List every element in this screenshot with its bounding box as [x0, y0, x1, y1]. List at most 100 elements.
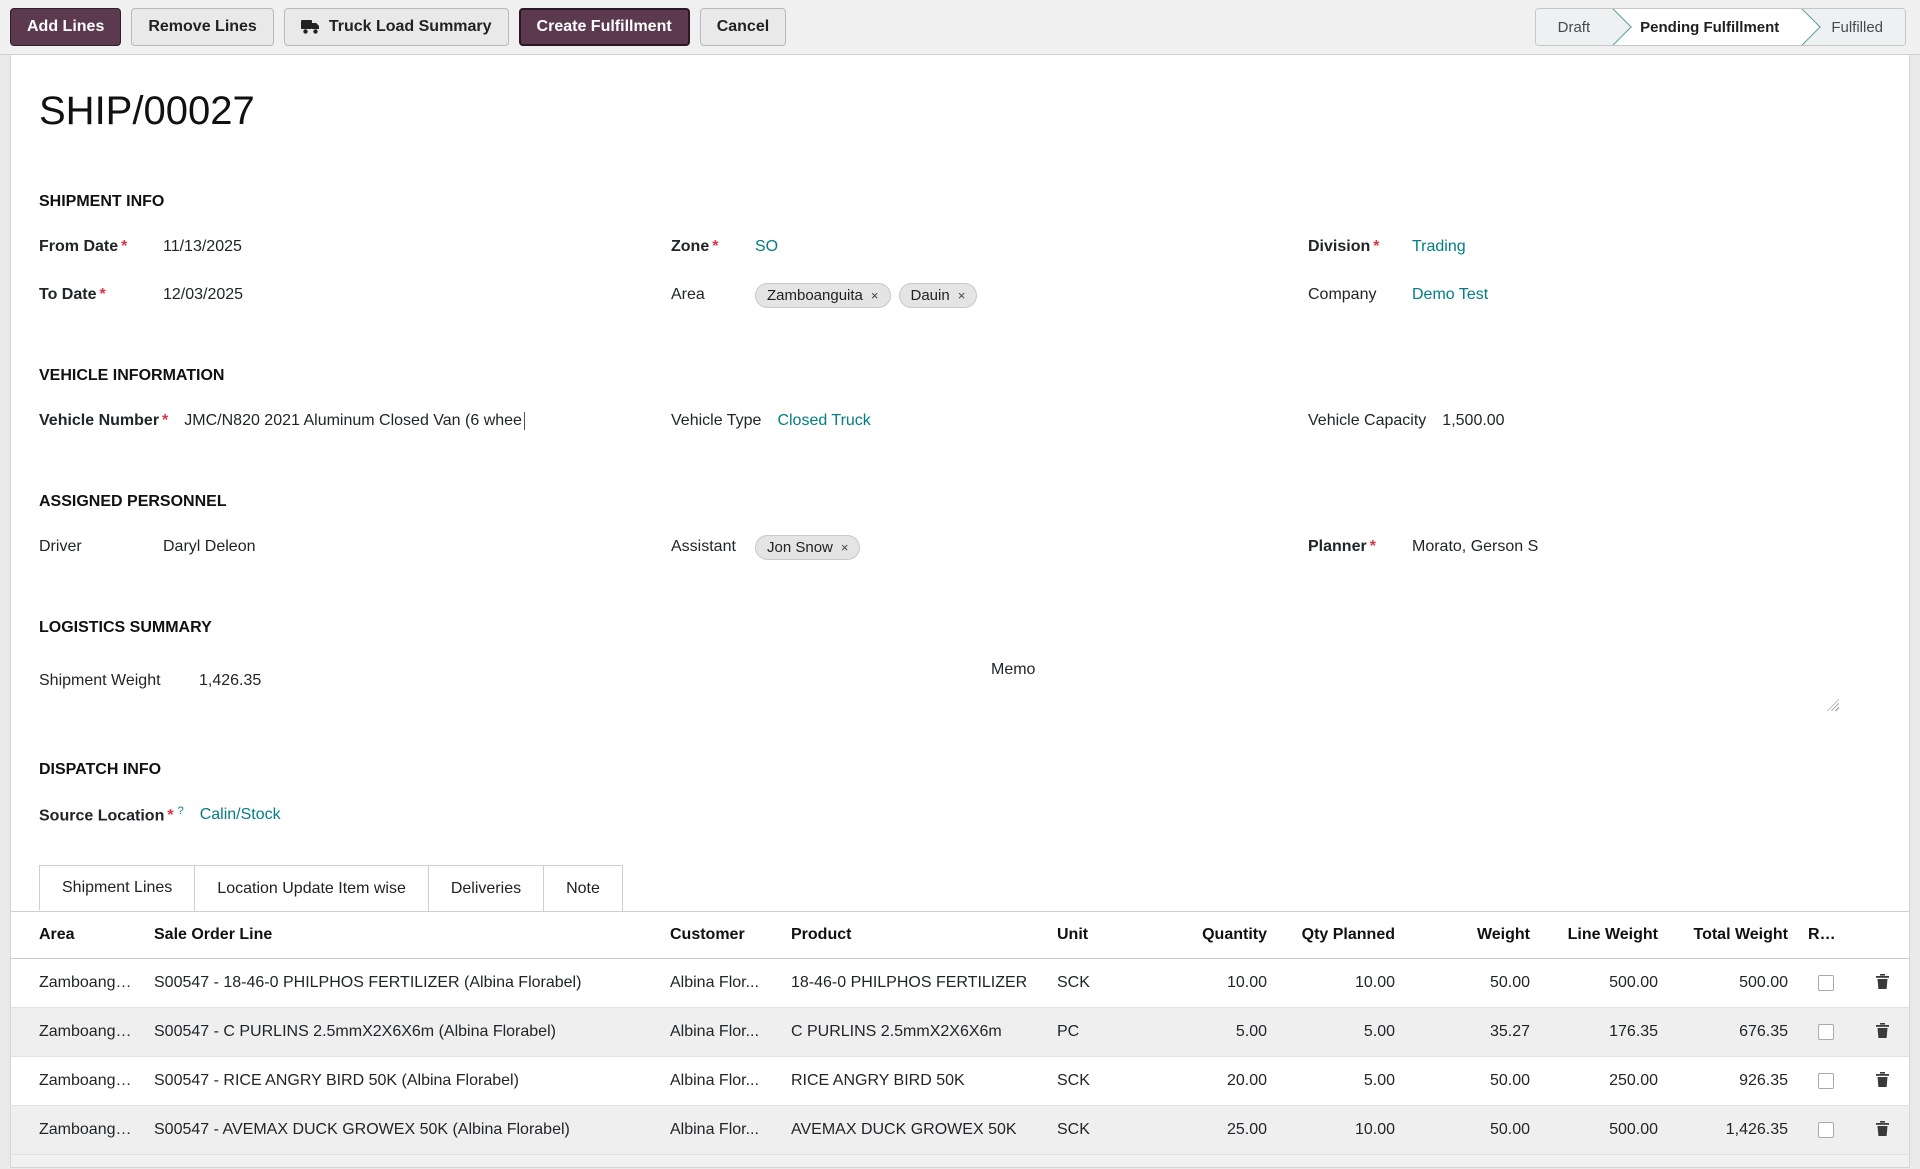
from-date-value[interactable]: 11/13/2025	[163, 238, 242, 256]
cell-qty-planned[interactable]: 5.00	[1277, 1057, 1405, 1106]
cell-customer[interactable]: Albina Flor...	[660, 1057, 781, 1106]
company-value[interactable]: Demo Test	[1412, 286, 1488, 304]
cell-area[interactable]: Zamboanguita	[11, 1057, 144, 1106]
section-title-dispatch-info: DISPATCH INFO	[39, 761, 1881, 781]
cell-total-weight[interactable]: 676.35	[1668, 1008, 1798, 1057]
zone-value[interactable]: SO	[755, 238, 778, 256]
cell-area[interactable]: Zamboanguita	[11, 959, 144, 1008]
cell-sale-order-line[interactable]: S00547 - AVEMAX DUCK GROWEX 50K (Albina …	[144, 1106, 660, 1155]
delete-row-button[interactable]	[1874, 1070, 1891, 1092]
cell-quantity[interactable]: 10.00	[1155, 959, 1277, 1008]
cell-line-weight[interactable]: 250.00	[1540, 1057, 1668, 1106]
add-lines-button[interactable]: Add Lines	[10, 8, 121, 46]
planner-value[interactable]: Morato, Gerson S	[1412, 538, 1538, 556]
cell-unit[interactable]: SCK	[1047, 1106, 1155, 1155]
source-location-value[interactable]: Calin/Stock	[200, 806, 281, 824]
tab-deliveries[interactable]: Deliveries	[428, 865, 544, 911]
section-vehicle-information: VEHICLE INFORMATION Vehicle Number* JMC/…	[39, 367, 1881, 445]
cell-weight[interactable]: 35.27	[1405, 1008, 1540, 1057]
cancel-button[interactable]: Cancel	[700, 8, 786, 46]
truck-load-summary-label: Truck Load Summary	[329, 18, 492, 36]
rev-checkbox[interactable]	[1818, 1024, 1834, 1040]
rev-checkbox[interactable]	[1818, 975, 1834, 991]
rev-checkbox[interactable]	[1818, 1073, 1834, 1089]
cell-sale-order-line[interactable]: S00547 - C PURLINS 2.5mmX2X6X6m (Albina …	[144, 1008, 660, 1057]
tab-shipment-lines[interactable]: Shipment Lines	[39, 865, 195, 911]
cell-area[interactable]: Zamboanguita	[11, 1106, 144, 1155]
cell-customer[interactable]: Albina Flor...	[660, 1008, 781, 1057]
rev-checkbox[interactable]	[1818, 1122, 1834, 1138]
cell-weight[interactable]: 50.00	[1405, 959, 1540, 1008]
cell-product[interactable]: 18-46-0 PHILPHOS FERTILIZER	[781, 959, 1047, 1008]
cell-line-weight[interactable]: 500.00	[1540, 1106, 1668, 1155]
tag-remove-icon[interactable]: ×	[871, 288, 879, 303]
cell-qty-planned[interactable]: 10.00	[1277, 1106, 1405, 1155]
tag-remove-icon[interactable]: ×	[841, 540, 849, 555]
memo-textarea[interactable]	[1051, 649, 1839, 713]
field-memo: Memo	[991, 649, 1881, 713]
cell-quantity[interactable]: 25.00	[1155, 1106, 1277, 1155]
cell-total-weight[interactable]: 926.35	[1668, 1057, 1798, 1106]
help-icon[interactable]: ?	[178, 805, 184, 817]
cell-weight[interactable]: 50.00	[1405, 1057, 1540, 1106]
cell-quantity[interactable]: 5.00	[1155, 1008, 1277, 1057]
col-header-weight: Weight	[1405, 912, 1540, 959]
field-assistant: Assistant Jon Snow×	[671, 523, 1308, 571]
area-tag-zamboanguita[interactable]: Zamboanguita×	[755, 283, 891, 308]
remove-lines-button[interactable]: Remove Lines	[131, 8, 273, 46]
table-header-row: Area Sale Order Line Customer Product Un…	[11, 912, 1910, 959]
col-header-sale-order-line: Sale Order Line	[144, 912, 660, 959]
delete-row-button[interactable]	[1874, 972, 1891, 994]
to-date-label: To Date	[39, 286, 96, 303]
trash-icon	[1876, 1121, 1889, 1136]
truck-load-summary-button[interactable]: Truck Load Summary	[284, 8, 509, 46]
assistant-tag-jon-snow[interactable]: Jon Snow×	[755, 535, 860, 560]
cell-unit[interactable]: PC	[1047, 1008, 1155, 1057]
to-date-value[interactable]: 12/03/2025	[163, 286, 243, 304]
cell-delete	[1854, 1106, 1910, 1155]
cell-line-weight[interactable]: 176.35	[1540, 1008, 1668, 1057]
cell-product[interactable]: RICE ANGRY BIRD 50K	[781, 1057, 1047, 1106]
cell-qty-planned[interactable]: 10.00	[1277, 959, 1405, 1008]
driver-value[interactable]: Daryl Deleon	[163, 538, 255, 556]
col-header-customer: Customer	[660, 912, 781, 959]
cell-sale-order-line[interactable]: S00547 - 18-46-0 PHILPHOS FERTILIZER (Al…	[144, 959, 660, 1008]
cell-delete	[1854, 1008, 1910, 1057]
cell-qty-planned[interactable]: 5.00	[1277, 1008, 1405, 1057]
tab-note[interactable]: Note	[543, 865, 623, 911]
division-value[interactable]: Trading	[1412, 238, 1466, 256]
cell-line-weight[interactable]: 500.00	[1540, 959, 1668, 1008]
cell-product[interactable]: C PURLINS 2.5mmX2X6X6m	[781, 1008, 1047, 1057]
required-asterisk: *	[162, 412, 168, 429]
cell-customer[interactable]: Albina Flor...	[660, 1106, 781, 1155]
notebook-tabs: Shipment Lines Location Update Item wise…	[11, 865, 1909, 912]
cell-quantity[interactable]: 20.00	[1155, 1057, 1277, 1106]
tag-remove-icon[interactable]: ×	[958, 288, 966, 303]
status-step-draft[interactable]: Draft	[1536, 9, 1613, 45]
vehicle-number-input[interactable]: JMC/N820 2021 Aluminum Closed Van (6 whe…	[184, 412, 525, 430]
cell-area[interactable]: Zamboanguita	[11, 1008, 144, 1057]
area-tag-dauin[interactable]: Dauin×	[899, 283, 978, 308]
delete-row-button[interactable]	[1874, 1021, 1891, 1043]
vehicle-type-value[interactable]: Closed Truck	[777, 412, 870, 430]
toolbar: Add Lines Remove Lines Truck Load Summar…	[0, 0, 1920, 55]
driver-label: Driver	[39, 538, 82, 555]
cell-customer[interactable]: Albina Flor...	[660, 959, 781, 1008]
cell-total-weight[interactable]: 1,426.35	[1668, 1106, 1798, 1155]
section-assigned-personnel: ASSIGNED PERSONNEL Driver Daryl Deleon A…	[39, 493, 1881, 571]
tab-location-update-item-wise[interactable]: Location Update Item wise	[194, 865, 429, 911]
status-step-pending-fulfillment[interactable]: Pending Fulfillment	[1612, 9, 1801, 45]
cell-unit[interactable]: SCK	[1047, 959, 1155, 1008]
section-title-shipment-info: SHIPMENT INFO	[39, 193, 1881, 213]
cell-sale-order-line[interactable]: S00547 - RICE ANGRY BIRD 50K (Albina Flo…	[144, 1057, 660, 1106]
vehicle-capacity-value[interactable]: 1,500.00	[1442, 412, 1504, 430]
field-driver: Driver Daryl Deleon	[39, 523, 671, 571]
field-division: Division* Trading	[1308, 223, 1881, 271]
cell-weight[interactable]: 50.00	[1405, 1106, 1540, 1155]
cell-total-weight[interactable]: 500.00	[1668, 959, 1798, 1008]
section-shipment-info: SHIPMENT INFO From Date* 11/13/2025 Zone…	[39, 193, 1881, 319]
cell-unit[interactable]: SCK	[1047, 1057, 1155, 1106]
cell-product[interactable]: AVEMAX DUCK GROWEX 50K	[781, 1106, 1047, 1155]
create-fulfillment-button[interactable]: Create Fulfillment	[519, 8, 690, 46]
delete-row-button[interactable]	[1874, 1119, 1891, 1141]
